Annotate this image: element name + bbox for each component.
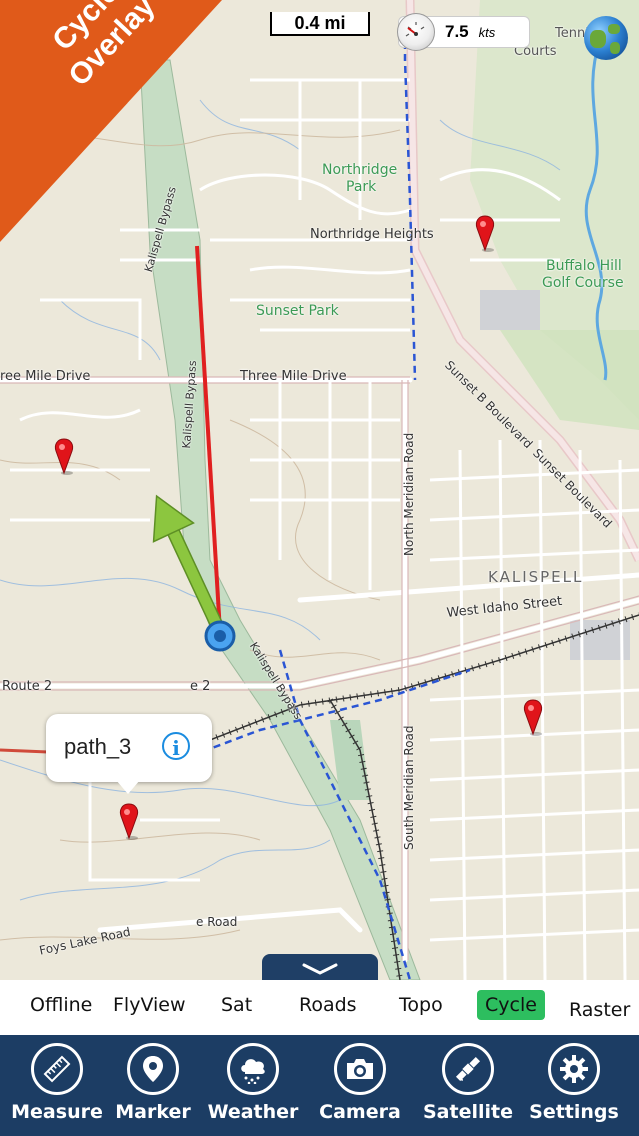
- map-label-buffalo-hill-2: Golf Course: [542, 275, 624, 291]
- marker-button[interactable]: Marker: [103, 1043, 203, 1123]
- camera-button[interactable]: Camera: [310, 1043, 410, 1123]
- map-label-foys-lake-2: e Road: [196, 915, 238, 929]
- marker-pin-icon[interactable]: [473, 214, 497, 254]
- marker-pin-icon[interactable]: [117, 802, 141, 842]
- layer-tab-sat[interactable]: Sat: [221, 994, 252, 1016]
- speedometer-icon: [397, 13, 435, 51]
- globe-icon[interactable]: [584, 16, 628, 60]
- settings-label: Settings: [529, 1101, 619, 1123]
- chevron-down-icon: [302, 963, 338, 975]
- map-view[interactable]: Tennis Courts Northridge Park Northridge…: [0, 0, 639, 980]
- drawer-handle[interactable]: [262, 954, 378, 980]
- map-label-north-meridian: North Meridian Road: [402, 432, 416, 556]
- map-label-three-mile-left: ree Mile Drive: [0, 369, 91, 384]
- cloud-rain-icon: [227, 1043, 279, 1095]
- map-label-northridge-park-2: Park: [346, 179, 377, 195]
- map-label-route2-mid: e 2: [190, 679, 211, 694]
- layer-tab-offline[interactable]: Offline: [30, 994, 92, 1016]
- map-label-kalispell: KALISPELL: [488, 568, 584, 586]
- marker-pin-icon[interactable]: [52, 437, 76, 477]
- settings-button[interactable]: Settings: [524, 1043, 624, 1123]
- marker-pin-icon[interactable]: [521, 698, 545, 738]
- map-label-buffalo-hill-1: Buffalo Hill: [546, 258, 622, 274]
- map-label-northridge-heights: Northridge Heights: [310, 227, 434, 242]
- measure-label: Measure: [11, 1101, 103, 1123]
- map-label-south-meridian: South Meridian Road: [402, 725, 416, 850]
- map-label-northridge-park-1: Northridge: [322, 162, 398, 178]
- map-label-three-mile: Three Mile Drive: [240, 369, 347, 384]
- measure-button[interactable]: Measure: [7, 1043, 107, 1123]
- gear-icon: [548, 1043, 600, 1095]
- marker-callout[interactable]: path_3 i: [46, 714, 212, 794]
- layer-tab-flyview[interactable]: FlyView: [113, 994, 186, 1016]
- bottom-toolbar: Measure Marker Weather Camera Satellite …: [0, 1035, 639, 1136]
- location-pin-icon: [127, 1043, 179, 1095]
- marker-label: Marker: [115, 1101, 191, 1123]
- weather-button[interactable]: Weather: [203, 1043, 303, 1123]
- satellite-label: Satellite: [423, 1101, 513, 1123]
- satellite-button[interactable]: Satellite: [418, 1043, 518, 1123]
- layer-tab-topo[interactable]: Topo: [399, 994, 443, 1016]
- speed-indicator: 7.5 kts: [397, 13, 530, 51]
- camera-label: Camera: [319, 1101, 401, 1123]
- layer-tab-cycle[interactable]: Cycle: [477, 990, 545, 1020]
- ruler-icon: [31, 1043, 83, 1095]
- callout-title: path_3: [64, 734, 132, 759]
- map-label-route2-left: Route 2: [2, 679, 53, 694]
- callout-tail: [116, 780, 140, 794]
- satellite-icon: [442, 1043, 494, 1095]
- map-label-sunset-park: Sunset Park: [256, 303, 339, 319]
- scale-bar: 0.4 mi: [270, 12, 370, 36]
- layer-tab-roads[interactable]: Roads: [299, 994, 357, 1016]
- speed-value: 7.5: [445, 22, 469, 41]
- camera-icon: [334, 1043, 386, 1095]
- layer-tab-raster[interactable]: Raster: [569, 999, 630, 1021]
- layer-selector: Offline FlyView Sat Roads Topo Cycle Ras…: [0, 980, 639, 1035]
- weather-label: Weather: [207, 1101, 299, 1123]
- info-icon[interactable]: i: [162, 732, 190, 760]
- speed-unit: kts: [478, 24, 496, 40]
